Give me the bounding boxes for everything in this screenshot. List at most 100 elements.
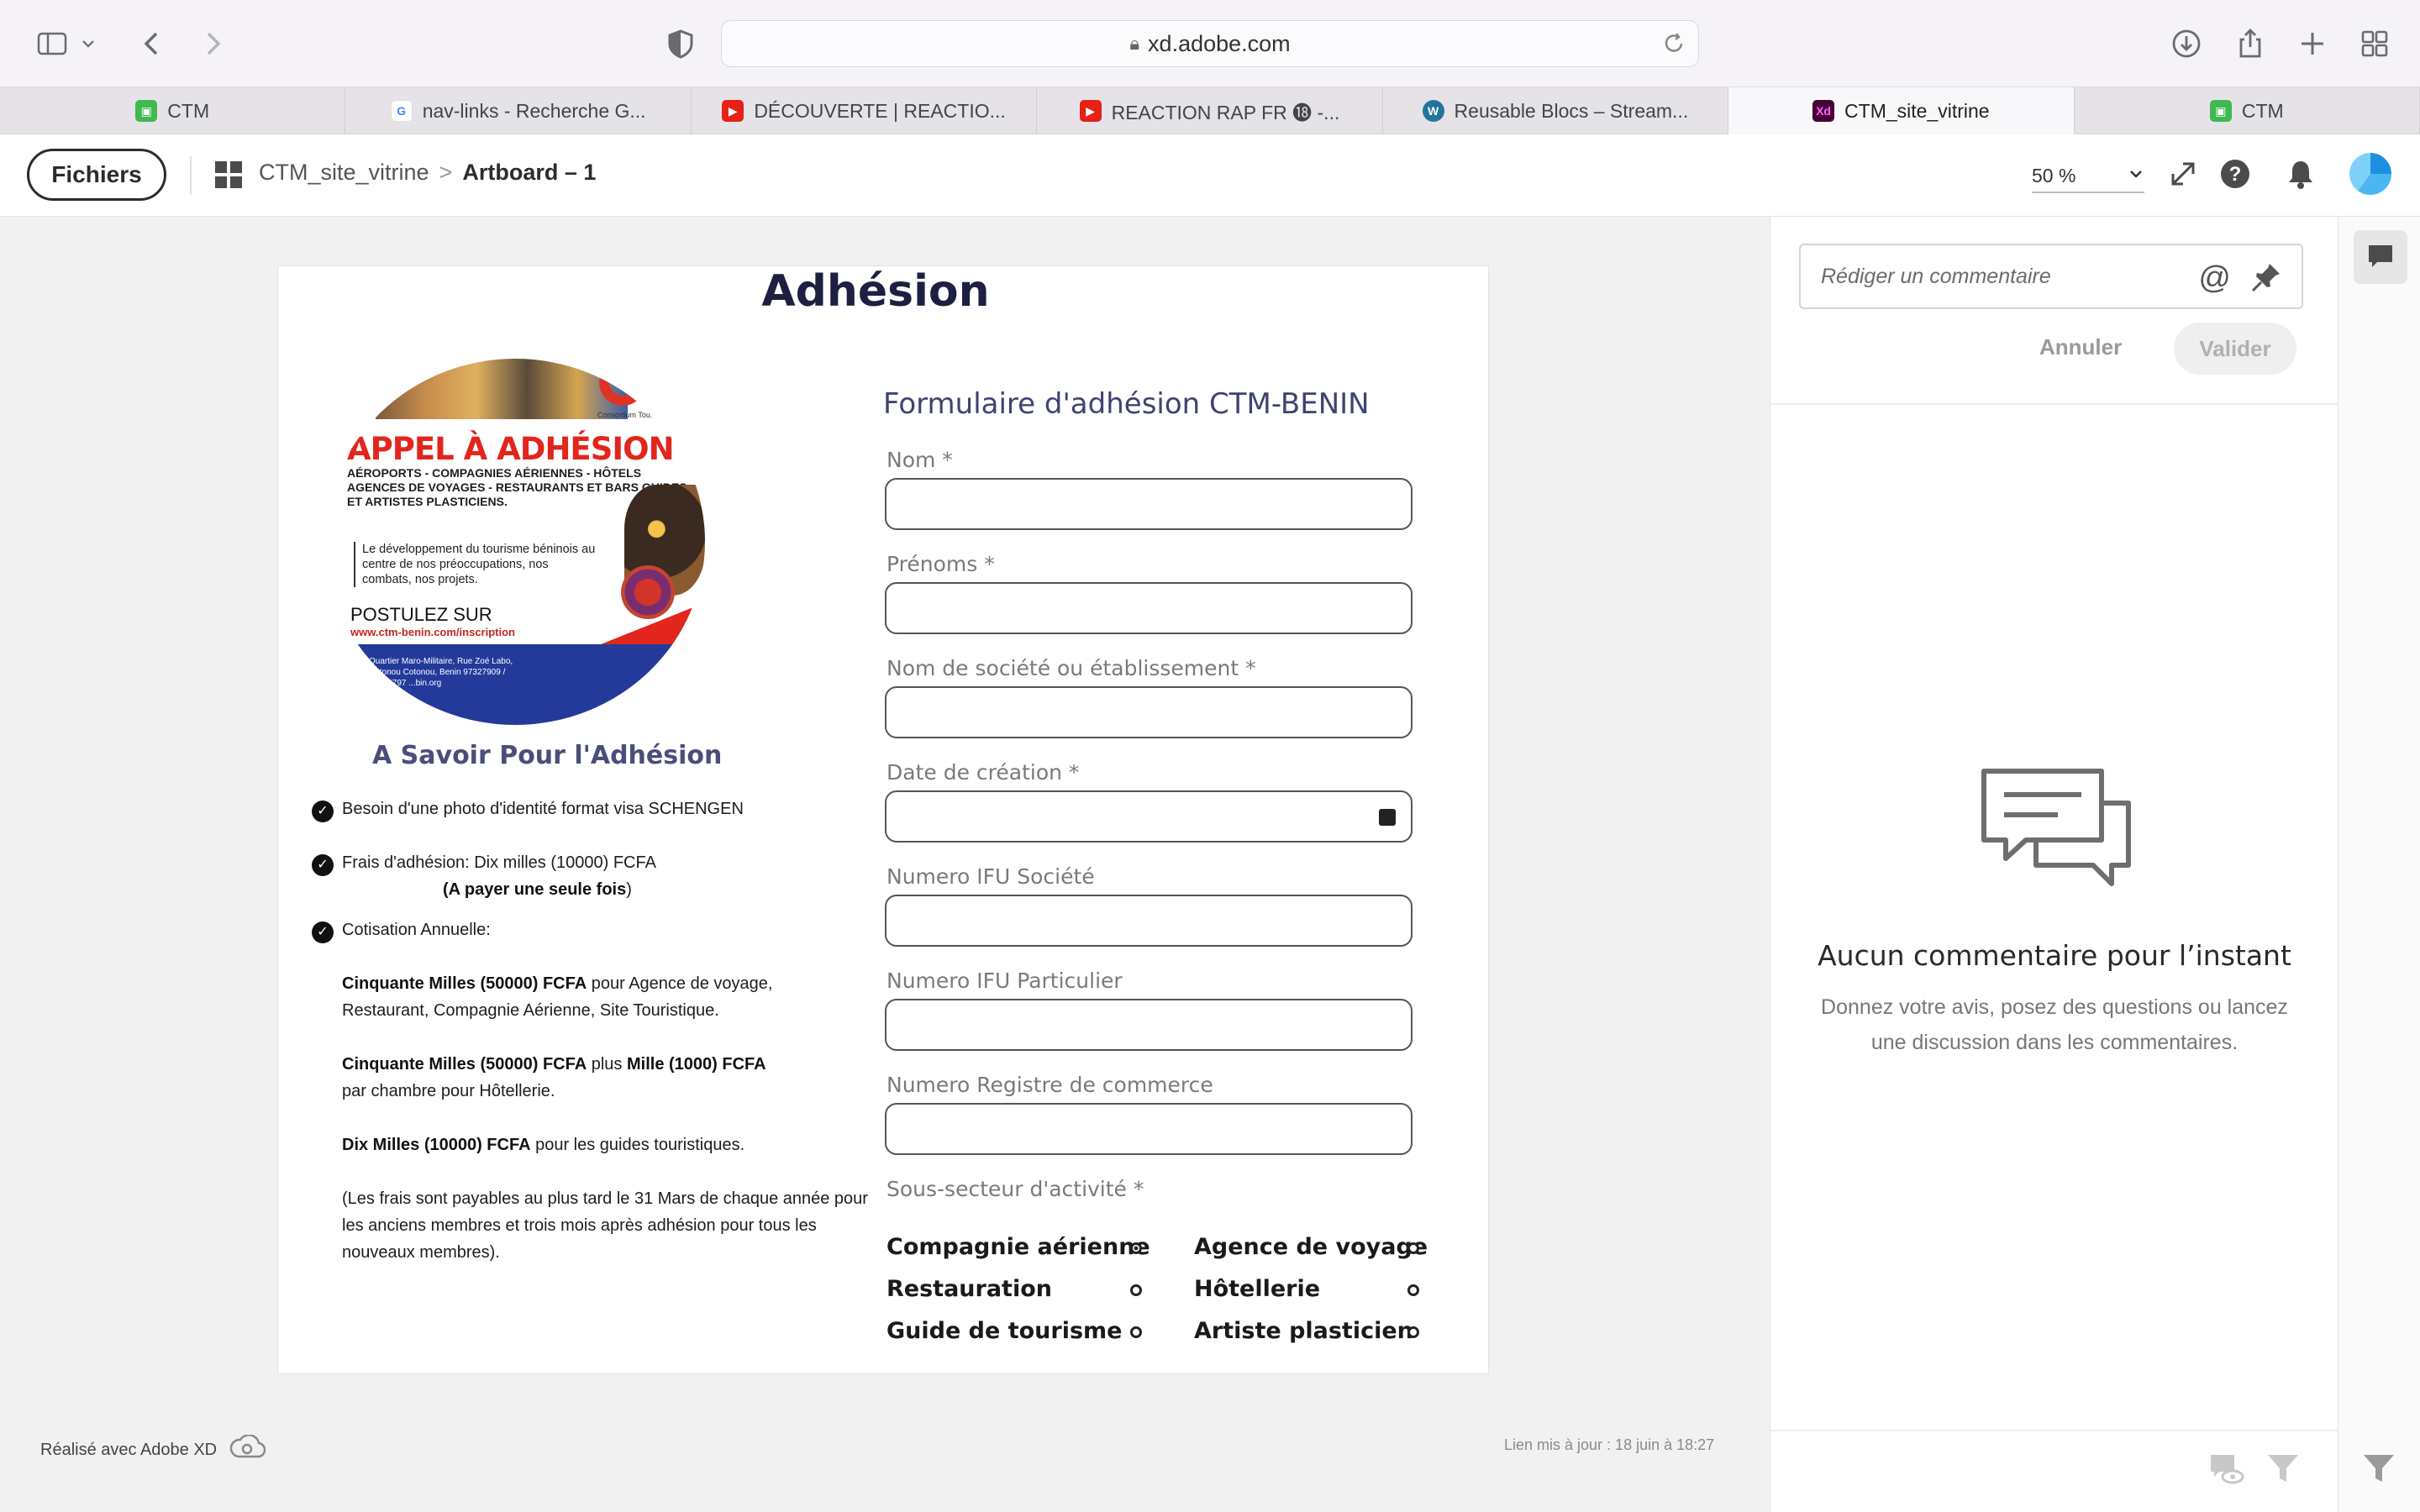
- made-with-text: Réalisé avec Adobe XD: [40, 1440, 218, 1459]
- cancel-button[interactable]: Annuler: [2039, 334, 2122, 360]
- google-favicon-icon: G: [390, 100, 413, 122]
- empty-subtitle: Donnez votre avis, posez des questions o…: [1821, 995, 2288, 1054]
- zoom-value: 50 %: [2032, 164, 2076, 186]
- fullscreen-icon[interactable]: [2166, 157, 2200, 191]
- comments-toggle-button[interactable]: [2354, 230, 2407, 284]
- grid-view-icon[interactable]: [215, 161, 242, 188]
- files-button[interactable]: Fichiers: [27, 149, 166, 201]
- nom-input[interactable]: [885, 478, 1413, 530]
- creative-cloud-icon: [229, 1434, 266, 1465]
- radio-artiste-plasticien[interactable]: [1407, 1326, 1419, 1338]
- info-frais: ✓ Frais d'adhésion: Dix milles (10000) F…: [312, 849, 883, 903]
- info-text: (Les frais sont payables au plus tard le…: [342, 1189, 868, 1262]
- societe-input[interactable]: [885, 686, 1413, 738]
- shop-favicon-icon: ▣: [135, 100, 158, 122]
- label-registre: Numero Registre de commerce: [886, 1073, 1213, 1097]
- wordpress-favicon-icon: W: [1422, 100, 1444, 122]
- radio-restauration[interactable]: [1130, 1284, 1142, 1296]
- tab-youtube-reaction[interactable]: ▶ REACTION RAP FR ⓲ -...: [1037, 87, 1383, 134]
- adobe-xd-favicon-icon: Xd: [1812, 100, 1835, 122]
- filter-icon[interactable]: [2265, 1450, 2302, 1487]
- forward-icon[interactable]: [190, 22, 234, 66]
- label-ifu-societe: Numero IFU Société: [886, 864, 1095, 889]
- notification-bell-icon[interactable]: [2284, 157, 2317, 191]
- label-sous-secteur: Sous-secteur d'activité *: [886, 1177, 1144, 1201]
- submit-button[interactable]: Valider: [2174, 323, 2296, 375]
- comments-empty-icon: [1975, 763, 2135, 889]
- ifu-particulier-input[interactable]: [885, 999, 1413, 1051]
- back-icon[interactable]: [131, 22, 175, 66]
- tab-ctm-site-vitrine[interactable]: Xd CTM_site_vitrine: [1728, 87, 2075, 134]
- info-text: Besoin d'une photo d'identité format vis…: [342, 800, 744, 818]
- tab-label: CTM: [167, 99, 210, 122]
- tab-label: nav-links - Recherche G...: [422, 99, 646, 122]
- radio-compagnie-aerienne[interactable]: [1130, 1242, 1142, 1254]
- tab-label: DÉCOUVERTE | REACTIO...: [754, 99, 1006, 122]
- option-artiste-plasticien[interactable]: Artiste plasticien: [1194, 1318, 1413, 1344]
- comment-visibility-icon[interactable]: [2207, 1450, 2244, 1487]
- avatar[interactable]: [2349, 153, 2391, 195]
- info-text: Cotisation Annuelle:: [342, 921, 491, 939]
- info-text: Cinquante Milles (50000) FCFA plus Mille…: [342, 1055, 766, 1100]
- canvas: Adhésion Consortium Tou. APPEL À ADHÉSIO…: [0, 217, 1770, 1512]
- info-text: Cinquante Milles (50000) FCFA pour Agenc…: [342, 974, 773, 1020]
- poster-address: Quartier Maro-Militaire, Rue Zoé Labo, C…: [369, 657, 513, 688]
- tab-ctm-2[interactable]: ▣ CTM: [2075, 87, 2420, 134]
- address-bar[interactable]: 🔒︎ xd.adobe.com: [721, 20, 1699, 67]
- ctm-logo-icon: [599, 359, 646, 406]
- date-input[interactable]: [885, 790, 1413, 843]
- tab-label: REACTION RAP FR ⓲ -...: [1111, 102, 1340, 123]
- made-with-xd[interactable]: Réalisé avec Adobe XD: [40, 1434, 266, 1465]
- svg-text:?: ?: [2229, 163, 2242, 186]
- info-frais-note: (A payer une seule fois): [443, 880, 632, 899]
- tab-youtube-decouverte[interactable]: ▶ DÉCOUVERTE | REACTIO...: [692, 87, 1038, 134]
- tab-ctm-1[interactable]: ▣ CTM: [0, 87, 346, 134]
- radio-guide-tourisme[interactable]: [1130, 1326, 1142, 1338]
- new-tab-icon[interactable]: [2291, 22, 2334, 66]
- option-compagnie-aerienne[interactable]: Compagnie aérienne: [886, 1234, 1150, 1260]
- label-ifu-particulier: Numero IFU Particulier: [886, 969, 1123, 993]
- prenoms-input[interactable]: [885, 582, 1413, 634]
- breadcrumb-current: Artboard – 1: [462, 160, 597, 185]
- info-text: Dix Milles (10000) FCFA pour les guides …: [342, 1136, 745, 1154]
- downloads-icon[interactable]: [2165, 22, 2208, 66]
- info-photo: ✓ Besoin d'une photo d'identité format v…: [312, 795, 883, 822]
- adhesion-poster: Consortium Tou. APPEL À ADHÉSION AÉROPOR…: [325, 359, 705, 725]
- tab-google-search[interactable]: G nav-links - Recherche G...: [345, 87, 692, 134]
- option-hotellerie[interactable]: Hôtellerie: [1194, 1276, 1320, 1302]
- help-icon[interactable]: ?: [2218, 157, 2252, 191]
- option-agence-voyage[interactable]: Agence de voyage: [1194, 1234, 1428, 1260]
- mention-icon[interactable]: @: [2198, 260, 2231, 297]
- share-icon[interactable]: [2228, 22, 2272, 66]
- breadcrumb: CTM_site_vitrine > Artboard – 1: [259, 160, 596, 186]
- tab-label: CTM: [2241, 99, 2284, 122]
- comment-icon: [2369, 245, 2392, 267]
- lock-icon: 🔒︎: [1129, 33, 1140, 54]
- calendar-icon[interactable]: [1379, 809, 1396, 826]
- collapse-panel-icon[interactable]: [2360, 1450, 2397, 1487]
- option-guide-tourisme[interactable]: Guide de tourisme: [886, 1318, 1122, 1344]
- ifu-societe-input[interactable]: [885, 895, 1413, 947]
- tab-wordpress[interactable]: W Reusable Blocs – Stream...: [1383, 87, 1729, 134]
- breadcrumb-separator: >: [439, 160, 453, 185]
- link-updated: Lien mis à jour : 18 juin à 18:27: [1504, 1436, 1715, 1453]
- sidebar-toggle-icon[interactable]: [30, 22, 74, 66]
- breadcrumb-project[interactable]: CTM_site_vitrine: [259, 160, 429, 186]
- pin-icon[interactable]: [2249, 260, 2283, 294]
- radio-hotellerie[interactable]: [1407, 1284, 1419, 1296]
- chevron-down-icon[interactable]: [76, 22, 101, 66]
- option-restauration[interactable]: Restauration: [886, 1276, 1052, 1302]
- tab-overview-icon[interactable]: [2353, 22, 2396, 66]
- radio-agence-voyage[interactable]: [1407, 1242, 1419, 1254]
- right-rail: [2338, 217, 2420, 1512]
- privacy-shield-icon[interactable]: [659, 22, 702, 66]
- reload-icon[interactable]: [1661, 31, 1686, 56]
- page-title: Adhésion: [761, 266, 990, 317]
- zoom-select[interactable]: 50 %: [2032, 160, 2144, 193]
- poster-photo-collage: [376, 359, 628, 419]
- poster-brand-sub: Consortium Tou.: [597, 411, 653, 419]
- info-cotisation: ✓ Cotisation Annuelle:: [312, 916, 883, 943]
- url-text: xd.adobe.com: [1148, 30, 1291, 56]
- registre-input[interactable]: [885, 1103, 1413, 1155]
- comment-input[interactable]: Rédiger un commentaire @: [1799, 244, 2303, 309]
